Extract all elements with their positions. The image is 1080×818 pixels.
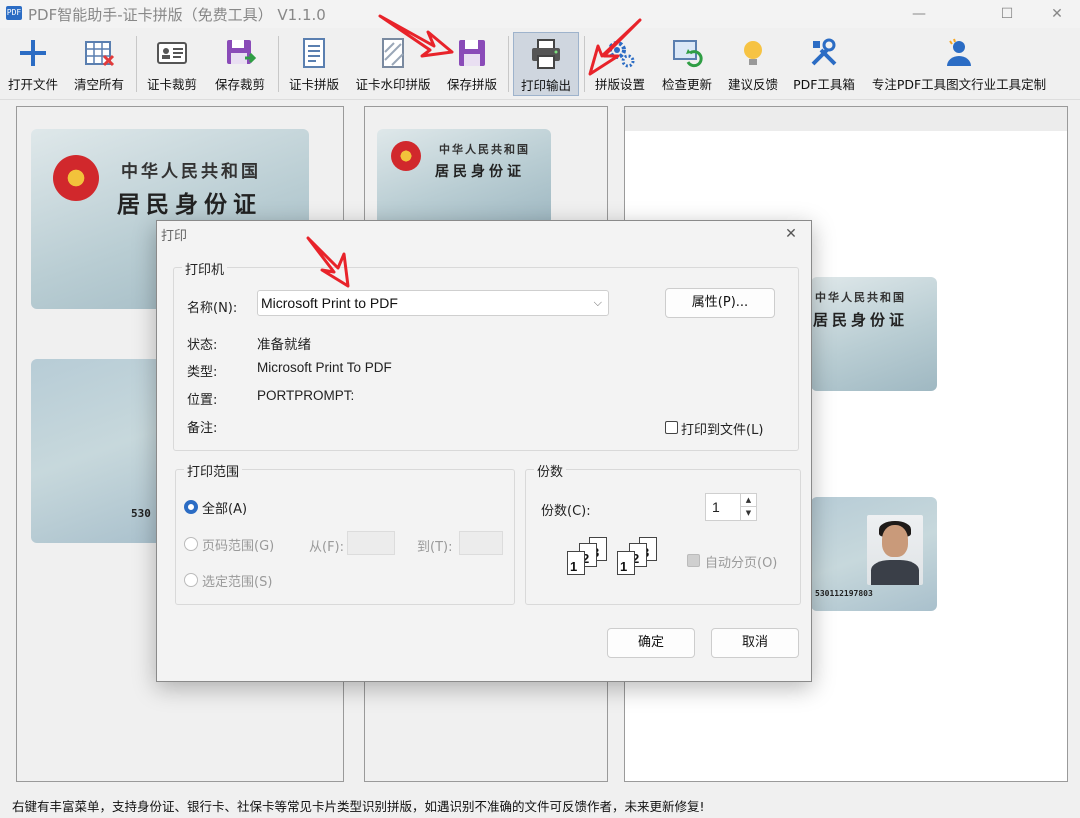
preview-card-front: 中华人民共和国 居民身份证 [811, 277, 937, 391]
check-update-button[interactable]: 检查更新 [656, 32, 718, 96]
card-title-line2: 居民身份证 [117, 191, 262, 218]
maximize-icon[interactable]: ☐ [984, 0, 1030, 28]
range-pages-radio[interactable] [184, 537, 198, 551]
open-file-button[interactable]: 打开文件 [4, 32, 62, 96]
printer-location-label: 位置: [187, 393, 218, 408]
id-card-icon [157, 42, 187, 64]
window-title: PDF智能助手-证卡拼版（免费工具） V1.1.0 [28, 6, 326, 24]
printer-status-label: 状态: [187, 338, 218, 353]
toolbar-separator [584, 36, 585, 92]
print-dialog: 打印 ✕ 打印机 名称(N): Microsoft Print to PDF ⌵… [156, 220, 812, 682]
emblem-icon [53, 155, 99, 201]
layout-settings-button[interactable]: 拼版设置 [590, 32, 650, 96]
status-bar: 右键有丰富菜单，支持身份证、银行卡、社保卡等常见卡片类型识别拼版，如遇识别不准确… [0, 788, 1080, 818]
id-card-front-thumb[interactable]: 中华人民共和国 居民身份证 [377, 129, 551, 225]
stepper-down-icon[interactable]: ▼ [740, 507, 756, 520]
toolbar: 打开文件 清空所有 证卡裁剪 保存裁剪 证卡拼版 证卡水印拼版 保存拼版 打印输… [0, 28, 1080, 100]
print-range-title: 打印范围 [184, 461, 243, 480]
refresh-icon [673, 40, 703, 68]
card-id-number: 530112197803 [815, 589, 873, 598]
copies-stepper[interactable]: 1 ▲ ▼ [705, 493, 757, 521]
cancel-button[interactable]: 取消 [711, 628, 799, 658]
status-text: 右键有丰富菜单，支持身份证、银行卡、社保卡等常见卡片类型识别拼版，如遇识别不准确… [12, 799, 705, 814]
card-title-line1: 中华人民共和国 [815, 291, 906, 304]
printer-properties-button[interactable]: 属性(P)... [665, 288, 775, 318]
grid-clear-icon [85, 41, 115, 67]
collate-preview-icon: 3 2 1 [565, 537, 617, 577]
watermark-doc-icon [382, 38, 404, 68]
range-selection-radio[interactable] [184, 573, 198, 587]
card-title-line2: 居民身份证 [435, 164, 525, 180]
tools-icon [811, 38, 837, 66]
card-id-number: 530 [131, 507, 151, 520]
range-all-radio[interactable] [184, 500, 198, 514]
clear-all-button[interactable]: 清空所有 [68, 32, 130, 96]
lightbulb-icon [744, 41, 762, 65]
collate-checkbox[interactable] [687, 554, 700, 567]
printer-status-value: 准备就绪 [257, 337, 311, 352]
copies-value: 1 [712, 499, 720, 515]
close-icon[interactable]: ✕ [1034, 0, 1080, 28]
watermark-layout-button[interactable]: 证卡水印拼版 [350, 32, 436, 96]
save-layout-button[interactable]: 保存拼版 [442, 32, 502, 96]
range-to-input[interactable] [459, 531, 503, 555]
dialog-title: 打印 [161, 229, 188, 244]
emblem-icon [391, 141, 421, 171]
printer-icon [532, 39, 560, 69]
printer-group-title: 打印机 [182, 259, 228, 278]
card-title-line1: 中华人民共和国 [121, 162, 261, 182]
printer-type-value: Microsoft Print To PDF [257, 360, 392, 375]
collate-label: 自动分页(O) [705, 556, 778, 571]
plus-icon [20, 40, 46, 66]
range-selection-label: 选定范围(S) [202, 575, 273, 590]
printer-location-value: PORTPROMPT: [257, 388, 355, 403]
range-from-input[interactable] [347, 531, 395, 555]
print-output-button[interactable]: 打印输出 [513, 32, 579, 96]
toolbar-separator [278, 36, 279, 92]
save-export-icon [227, 40, 257, 64]
save-icon [459, 40, 485, 66]
printer-type-label: 类型: [187, 365, 218, 380]
range-pages-label: 页码范围(G) [202, 539, 275, 554]
crop-card-button[interactable]: 证卡裁剪 [142, 32, 202, 96]
save-crop-button[interactable]: 保存裁剪 [208, 32, 272, 96]
preview-header [625, 107, 1067, 131]
pdf-toolbox-button[interactable]: PDF工具箱 [788, 32, 860, 96]
card-title-line2: 居民身份证 [813, 311, 909, 329]
id-card-back-image[interactable]: 530 [31, 359, 169, 543]
card-layout-button[interactable]: 证卡拼版 [284, 32, 344, 96]
stepper-up-icon[interactable]: ▲ [740, 494, 756, 507]
range-from-label: 从(F): [309, 540, 345, 555]
portrait-photo [867, 515, 923, 585]
title-bar: PDF PDF智能助手-证卡拼版（免费工具） V1.1.0 — ☐ ✕ [0, 0, 1080, 28]
user-icon [947, 38, 971, 66]
printer-name-label: 名称(N): [187, 301, 238, 316]
printer-name-select[interactable]: Microsoft Print to PDF ⌵ [257, 290, 609, 316]
toolbar-separator [136, 36, 137, 92]
toolbar-separator [508, 36, 509, 92]
document-icon [303, 38, 325, 68]
app-icon: PDF [6, 6, 22, 20]
preview-card-back: 530112197803 [811, 497, 937, 611]
custom-tools-button[interactable]: 专注PDF工具图文行业工具定制 [866, 32, 1052, 96]
range-to-label: 到(T): [417, 540, 453, 555]
copies-label: 份数(C): [541, 504, 591, 519]
ok-button[interactable]: 确定 [607, 628, 695, 658]
printer-comment-label: 备注: [187, 421, 218, 436]
chevron-down-icon: ⌵ [593, 296, 602, 309]
minimize-icon[interactable]: — [896, 0, 942, 28]
print-to-file-checkbox[interactable] [665, 421, 678, 434]
collate-preview-icon: 3 2 1 [615, 537, 667, 577]
settings-icon [608, 41, 635, 68]
card-title-line1: 中华人民共和国 [439, 143, 530, 156]
feedback-button[interactable]: 建议反馈 [722, 32, 784, 96]
dialog-close-icon[interactable]: ✕ [779, 223, 803, 245]
print-to-file-label: 打印到文件(L) [681, 423, 764, 438]
printer-name-value: Microsoft Print to PDF [261, 295, 398, 311]
copies-group-title: 份数 [534, 461, 567, 480]
range-all-label: 全部(A) [202, 502, 248, 517]
